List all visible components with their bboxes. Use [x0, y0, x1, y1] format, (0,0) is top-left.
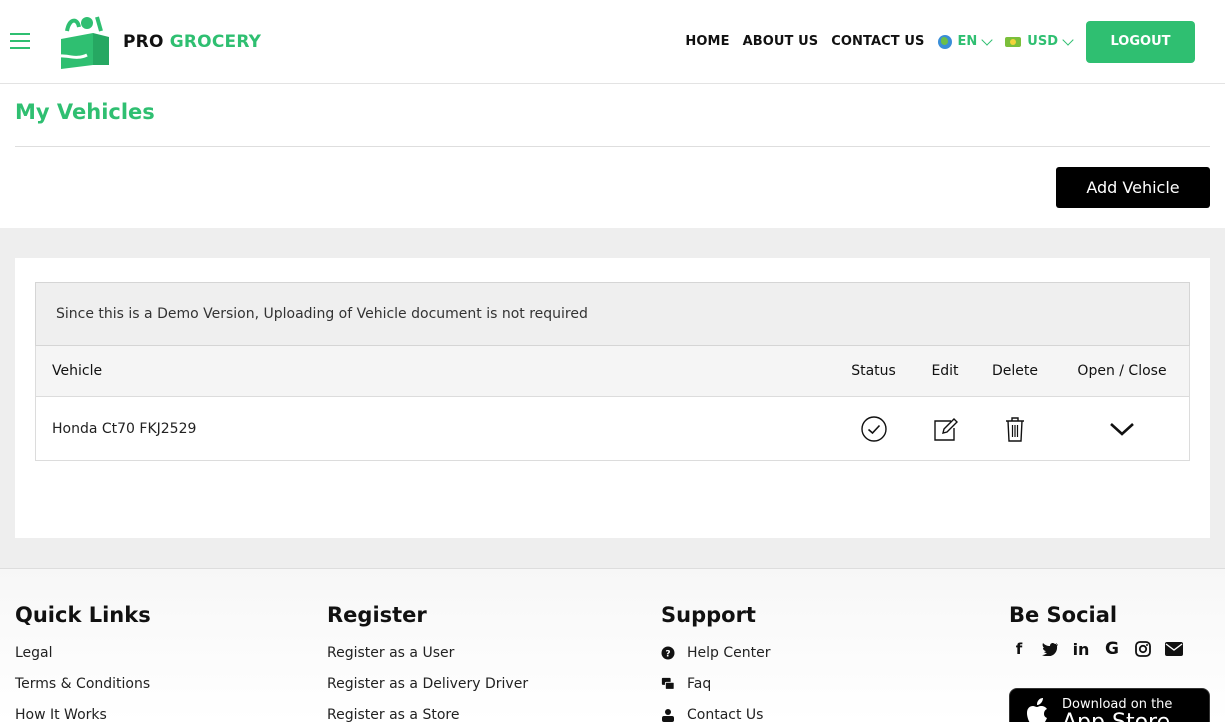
linkedin-icon[interactable]: in — [1071, 639, 1091, 659]
contact-icon — [661, 708, 675, 722]
question-circle-icon: ? — [661, 646, 675, 660]
header-vehicle: Vehicle — [52, 363, 103, 379]
footer-link-how-it-works[interactable]: How It Works — [15, 699, 151, 722]
chevron-down-icon — [981, 33, 993, 46]
nav-contact-us[interactable]: CONTACT US — [831, 34, 924, 49]
currency-label: USD — [1027, 34, 1058, 49]
top-nav: HOME ABOUT US CONTACT US EN USD LOGOUT — [685, 20, 1195, 63]
footer-link-register-driver[interactable]: Register as a Delivery Driver — [327, 668, 528, 699]
app-store-big-text: App Store — [1062, 710, 1172, 722]
money-icon — [1005, 36, 1022, 47]
footer-link-register-store[interactable]: Register as a Store — [327, 699, 528, 722]
mail-icon[interactable] — [1164, 639, 1184, 659]
instagram-icon[interactable] — [1133, 639, 1153, 659]
footer-link-terms[interactable]: Terms & Conditions — [15, 668, 151, 699]
faq-icon — [661, 677, 675, 691]
vehicles-table: Vehicle Status Edit Delete Open / Close … — [35, 346, 1190, 461]
page-title: My Vehicles — [15, 100, 155, 124]
site-header: PRO GROCERY HOME ABOUT US CONTACT US EN … — [0, 0, 1225, 84]
apple-icon — [1027, 698, 1047, 722]
header-status: Status — [851, 363, 896, 379]
header-delete: Delete — [992, 363, 1038, 379]
footer-link-help-center[interactable]: ? Help Center — [661, 637, 771, 668]
edit-icon[interactable] — [931, 415, 959, 443]
language-label: EN — [957, 34, 978, 49]
currency-dropdown[interactable]: USD — [1005, 33, 1074, 49]
trash-icon[interactable] — [1003, 415, 1027, 443]
vehicles-card: Since this is a Demo Version, Uploading … — [15, 258, 1210, 538]
delete-cell — [980, 397, 1050, 460]
nav-about-us[interactable]: ABOUT US — [743, 34, 819, 49]
header-edit: Edit — [931, 363, 959, 379]
site-footer: Quick Links Legal Terms & Conditions How… — [0, 568, 1225, 722]
footer-link-faq[interactable]: Faq — [661, 668, 771, 699]
footer-link-legal[interactable]: Legal — [15, 637, 151, 668]
demo-notice: Since this is a Demo Version, Uploading … — [35, 282, 1190, 346]
register-column: Register Register as a User Register as … — [327, 603, 528, 722]
contact-us-label: Contact Us — [687, 706, 764, 722]
nav-home[interactable]: HOME — [685, 34, 729, 49]
logo-text: PRO GROCERY — [123, 32, 261, 52]
app-store-text: Download on the App Store — [1062, 697, 1172, 722]
chevron-down-icon — [1062, 33, 1074, 46]
faq-label: Faq — [687, 675, 712, 692]
facebook-icon[interactable]: f — [1009, 639, 1029, 659]
logo-text-pro: PRO — [123, 32, 164, 52]
quick-links-title: Quick Links — [15, 603, 151, 627]
social-title: Be Social — [1009, 603, 1118, 627]
footer-link-register-user[interactable]: Register as a User — [327, 637, 528, 668]
social-column: Be Social f in G — [1009, 603, 1195, 659]
google-icon[interactable]: G — [1102, 639, 1122, 659]
footer-link-contact-us[interactable]: Contact Us — [661, 699, 771, 722]
help-center-label: Help Center — [687, 644, 771, 661]
vehicle-name: Honda Ct70 FKJ2529 — [52, 420, 197, 437]
table-row: Honda Ct70 FKJ2529 — [36, 397, 1189, 460]
logout-button[interactable]: LOGOUT — [1086, 20, 1195, 63]
logo-text-grocery: GROCERY — [169, 32, 262, 52]
globe-icon — [937, 34, 952, 49]
menu-icon[interactable] — [10, 33, 30, 49]
open-close-cell — [1066, 397, 1178, 460]
check-circle-icon — [860, 415, 887, 442]
logo[interactable]: PRO GROCERY — [53, 13, 261, 71]
app-store-badge[interactable]: Download on the App Store — [1009, 688, 1210, 722]
divider — [15, 146, 1210, 147]
register-title: Register — [327, 603, 427, 627]
support-title: Support — [661, 603, 756, 627]
quick-links-column: Quick Links Legal Terms & Conditions How… — [15, 603, 151, 722]
twitter-icon[interactable] — [1040, 639, 1060, 659]
header-open-close: Open / Close — [1077, 363, 1167, 379]
table-header: Vehicle Status Edit Delete Open / Close — [36, 346, 1189, 397]
svg-text:?: ? — [665, 649, 670, 659]
support-column: Support ? Help Center Faq Contact Us — [661, 603, 771, 722]
edit-cell — [916, 397, 974, 460]
language-dropdown[interactable]: EN — [937, 33, 993, 49]
add-vehicle-button[interactable]: Add Vehicle — [1056, 167, 1210, 208]
chevron-down-icon[interactable] — [1108, 420, 1136, 438]
status-cell — [836, 397, 911, 460]
grocery-bag-icon — [54, 16, 109, 69]
social-icons: f in G — [1009, 639, 1195, 659]
